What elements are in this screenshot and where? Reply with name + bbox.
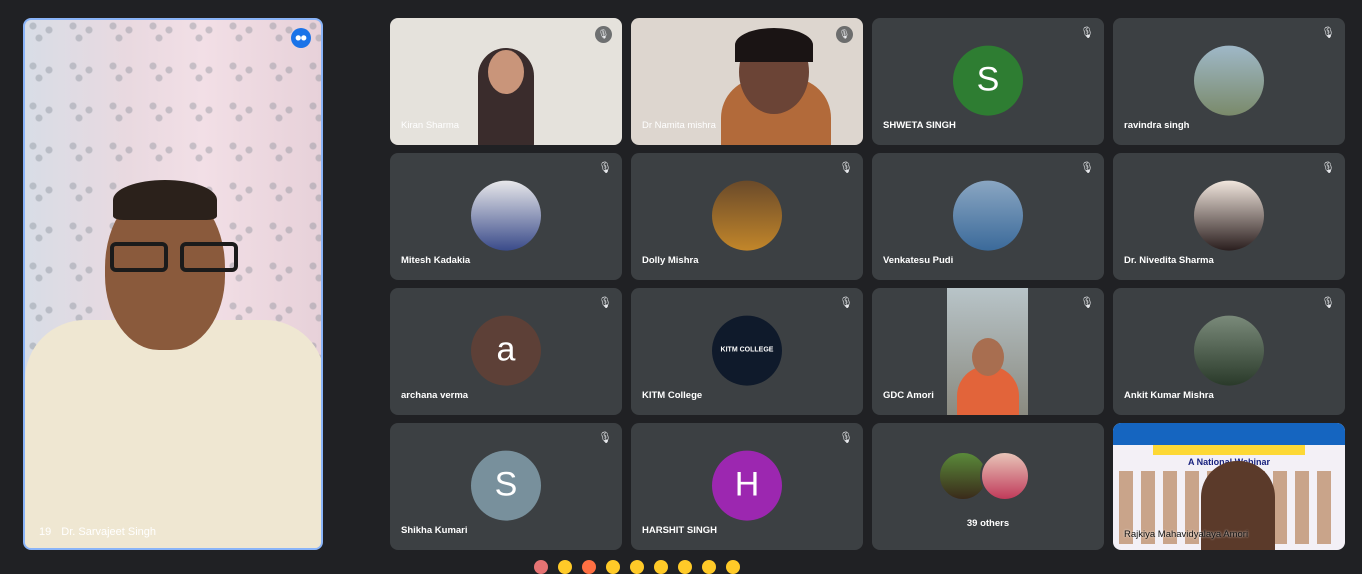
participant-name: Shikha Kumari — [401, 525, 468, 536]
avatar: a — [471, 315, 541, 386]
participant-name: Kiran Sharma — [401, 120, 460, 131]
participant-name: GDC Amori — [883, 390, 934, 401]
audio-level-icon: ⦁⦁ — [291, 28, 311, 48]
participant-tile[interactable]: 🎙 KITM COLLEGE KITM College — [631, 288, 863, 415]
mic-off-icon: 🎙 — [598, 162, 612, 174]
thumbs-up-icon[interactable] — [558, 560, 572, 574]
participant-tile[interactable]: 🎙 Ankit Kumar Mishra — [1113, 288, 1345, 415]
surprised-icon[interactable] — [654, 560, 668, 574]
others-avatars — [938, 451, 1030, 501]
mic-off-icon: 🎙 — [598, 297, 612, 309]
participant-tile[interactable]: 🎙 S SHWETA SINGH — [872, 18, 1104, 145]
participant-tile[interactable]: 🎙 H HARSHIT SINGH — [631, 423, 863, 550]
mic-off-icon: 🎙 — [595, 26, 612, 43]
others-tile[interactable]: 39 others — [872, 423, 1104, 550]
participant-name: SHWETA SINGH — [883, 120, 956, 131]
mic-off-icon: 🎙 — [836, 26, 853, 43]
participant-name: Dolly Mishra — [642, 255, 699, 266]
mic-off-icon: 🎙 — [598, 432, 612, 444]
speaker-body — [25, 320, 321, 548]
mic-off-icon: 🎙 — [839, 162, 853, 174]
mic-off-icon: 🎙 — [1080, 27, 1094, 39]
participant-tile[interactable]: 🎙 Dr. Nivedita Sharma — [1113, 153, 1345, 280]
avatar: S — [953, 45, 1023, 116]
reaction-bar — [534, 560, 740, 574]
sad-icon[interactable] — [678, 560, 692, 574]
active-speaker-tile[interactable]: ⦁⦁ 19 Dr. Sarvajeet Singh — [23, 18, 323, 550]
speaker-badge: 19 — [39, 526, 52, 538]
participant-name: Mitesh Kadakia — [401, 255, 471, 266]
kitm-logo-text: KITM COLLEGE — [720, 346, 774, 354]
thinking-icon[interactable] — [702, 560, 716, 574]
participant-tile[interactable]: 🎙 a archana verma — [390, 288, 622, 415]
mic-off-icon: 🎙 — [1080, 162, 1094, 174]
participant-tile[interactable]: 🎙 S Shikha Kumari — [390, 423, 622, 550]
avatar — [953, 180, 1023, 251]
participant-name: Rajkiya Mahavidyalaya Amori — [1124, 529, 1249, 540]
avatar: S — [471, 450, 541, 521]
participant-name: Ankit Kumar Mishra — [1124, 390, 1214, 401]
avatar: H — [712, 450, 782, 521]
mic-off-icon: 🎙 — [1321, 162, 1335, 174]
participant-grid: 🎙 Kiran Sharma 🎙 Dr Namita mishra 🎙 S SH… — [390, 18, 1345, 550]
mic-off-icon: 🎙 — [839, 432, 853, 444]
participant-name: HARSHIT SINGH — [642, 525, 717, 536]
screen-share-tile[interactable]: A National Webinar Rajkiya Mahavidyalaya… — [1113, 423, 1345, 550]
participant-name: Dr. Nivedita Sharma — [1124, 255, 1214, 266]
avatar — [980, 451, 1030, 501]
speaker-name-label: 19 Dr. Sarvajeet Singh — [39, 526, 156, 538]
participant-tile[interactable]: 🎙 Dr Namita mishra — [631, 18, 863, 145]
heart-icon[interactable] — [534, 560, 548, 574]
avatar — [1194, 180, 1264, 251]
mic-off-icon: 🎙 — [1321, 297, 1335, 309]
participant-tile[interactable]: 🎙 Kiran Sharma — [390, 18, 622, 145]
party-icon[interactable] — [582, 560, 596, 574]
avatar — [1194, 315, 1264, 386]
mic-off-icon: 🎙 — [1321, 27, 1335, 39]
participant-tile[interactable]: 🎙 GDC Amori — [872, 288, 1104, 415]
participant-tile[interactable]: 🎙 Venkatesu Pudi — [872, 153, 1104, 280]
avatar — [712, 180, 782, 251]
avatar — [471, 180, 541, 251]
participant-name: Venkatesu Pudi — [883, 255, 954, 266]
speaker-hair — [113, 180, 217, 220]
participant-name: ravindra singh — [1124, 120, 1190, 131]
participant-tile[interactable]: 🎙 ravindra singh — [1113, 18, 1345, 145]
avatar — [1194, 45, 1264, 116]
avatar: KITM COLLEGE — [712, 315, 782, 386]
mic-off-icon: 🎙 — [839, 297, 853, 309]
speaker-name: Dr. Sarvajeet Singh — [61, 526, 157, 538]
participant-name: KITM College — [642, 390, 703, 401]
participant-tile[interactable]: 🎙 Dolly Mishra — [631, 153, 863, 280]
participant-name: Dr Namita mishra — [642, 120, 716, 131]
participant-name: archana verma — [401, 390, 469, 401]
thumbs-down-icon[interactable] — [726, 560, 740, 574]
mic-off-icon: 🎙 — [1080, 297, 1094, 309]
participant-tile[interactable]: 🎙 Mitesh Kadakia — [390, 153, 622, 280]
others-count: 39 others — [966, 518, 1010, 529]
laugh-icon[interactable] — [630, 560, 644, 574]
speaker-glasses — [110, 242, 250, 274]
clap-icon[interactable] — [606, 560, 620, 574]
